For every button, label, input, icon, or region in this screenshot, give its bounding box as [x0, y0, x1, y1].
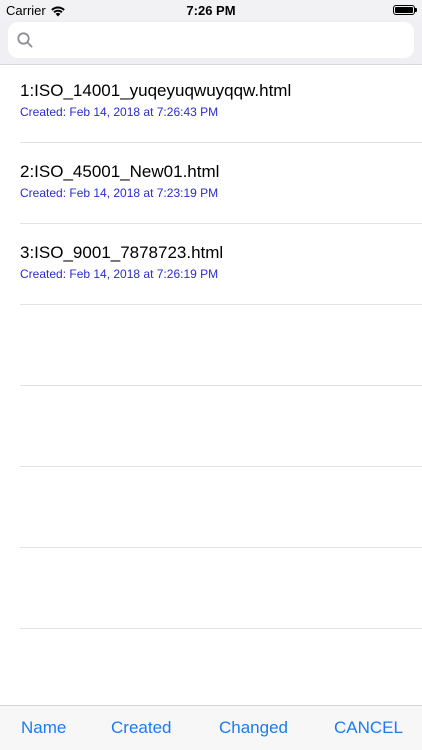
search-icon: [16, 31, 34, 49]
search-field[interactable]: [8, 22, 414, 58]
battery-icon: [393, 5, 417, 15]
file-created-date: Created: Feb 14, 2018 at 7:26:43 PM: [20, 105, 219, 119]
status-time: 7:26 PM: [186, 3, 236, 18]
file-name: 3:ISO_9001_7878723.html: [20, 243, 224, 262]
search-input[interactable]: [38, 24, 414, 56]
list-item[interactable]: 2:ISO_45001_New01.html Created: Feb 14, …: [0, 143, 422, 224]
sort-toolbar: Name Created Changed CANCEL: [0, 705, 422, 750]
cancel-button[interactable]: CANCEL: [334, 718, 403, 738]
screen: Carrier 7:26 PM 1:ISO_14001_yuqeyuqwuyqq…: [0, 0, 422, 750]
battery-nub: [415, 8, 417, 12]
status-bar: Carrier 7:26 PM: [0, 0, 422, 20]
file-created-date: Created: Feb 14, 2018 at 7:23:19 PM: [20, 186, 219, 200]
sort-created-button[interactable]: Created: [111, 718, 171, 738]
sort-name-button[interactable]: Name: [21, 718, 66, 738]
search-bar: [0, 20, 422, 65]
list-item[interactable]: 3:ISO_9001_7878723.html Created: Feb 14,…: [0, 224, 422, 305]
empty-row: [0, 305, 422, 386]
battery-level: [395, 7, 413, 13]
file-name: 2:ISO_45001_New01.html: [20, 162, 220, 181]
sort-changed-button[interactable]: Changed: [219, 718, 288, 738]
empty-row: [0, 629, 422, 710]
file-name: 1:ISO_14001_yuqeyuqwuyqqw.html: [20, 81, 292, 100]
empty-row: [0, 386, 422, 467]
empty-row: [0, 467, 422, 548]
list-item[interactable]: 1:ISO_14001_yuqeyuqwuyqqw.html Created: …: [0, 62, 422, 143]
empty-row: [0, 548, 422, 629]
file-created-date: Created: Feb 14, 2018 at 7:26:19 PM: [20, 267, 219, 281]
file-list: 1:ISO_14001_yuqeyuqwuyqqw.html Created: …: [0, 62, 422, 710]
